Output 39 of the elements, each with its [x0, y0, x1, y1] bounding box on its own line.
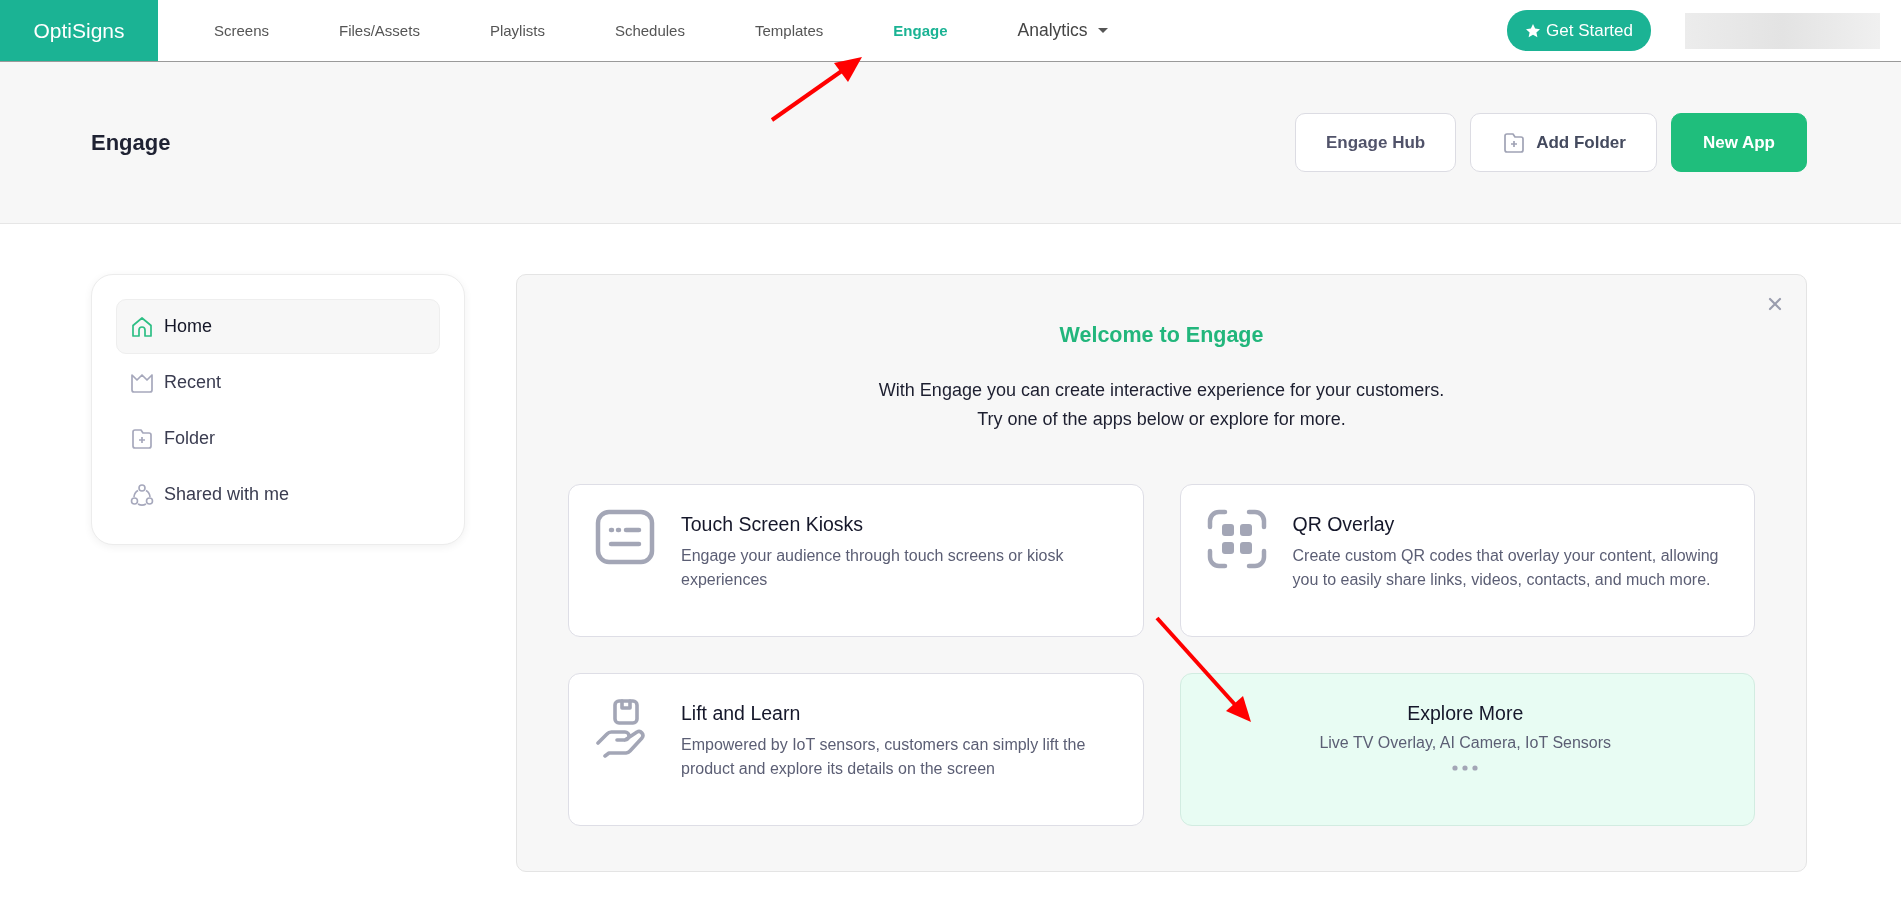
folder-plus-icon [130, 426, 154, 451]
nav-tab[interactable]: Screens [190, 14, 294, 47]
qr-code-icon [1206, 509, 1267, 569]
sidebar-item[interactable]: Folder [116, 411, 440, 466]
card-title: Explore More [1407, 702, 1524, 725]
star-icon [1525, 22, 1542, 39]
card-description: Live TV Overlay, AI Camera, IoT Sensors [1319, 733, 1612, 753]
welcome-text: With Engage you can create interactive experience for your customers. [877, 379, 1446, 402]
sidebar-item[interactable]: Home [116, 299, 440, 354]
add-folder-button[interactable]: Add Folder [1470, 113, 1657, 172]
screen-icon [595, 509, 655, 565]
card-title: Touch Screen Kiosks [681, 513, 865, 536]
nav-tab[interactable]: Analytics [993, 12, 1132, 49]
home-icon [130, 314, 154, 339]
card-title: QR Overlay [1292, 513, 1396, 536]
explore-more-card[interactable]: Explore More Live TV Overlay, AI Camera, IoT Sensors [1179, 673, 1755, 826]
card-description: Create custom QR codes that overlay your content, allowing you to easily share links, videos, contacts, and much more. [1292, 546, 1720, 590]
app-card[interactable]: Lift and Learn Empowered by IoT sensors, customers can simply lift the product and explore its details on the screen [568, 673, 1144, 826]
page-title: Engage [91, 129, 172, 156]
welcome-text: Try one of the apps below or explore for more. [976, 408, 1347, 431]
caret-icon [1097, 28, 1108, 33]
nav-tab[interactable]: Schedules [590, 14, 709, 47]
sidebar-item[interactable]: Recent [116, 355, 440, 410]
nav-tab[interactable]: Files/Assets [315, 14, 444, 47]
crown-icon [130, 371, 154, 394]
more-dots-icon [1452, 765, 1479, 771]
welcome-title: Welcome to Engage [1058, 323, 1265, 348]
sidebar-item[interactable]: Shared with me [116, 467, 440, 522]
card-description: Empowered by IoT sensors, customers can simply lift the product and explore its details on the screen [681, 735, 1087, 779]
card-title: Lift and Learn [681, 702, 802, 725]
people-circle-icon [130, 482, 154, 507]
app-card[interactable]: Touch Screen Kiosks Engage your audience through touch screens or kiosk experiences [568, 484, 1144, 637]
nav-tab[interactable]: Templates [730, 14, 848, 47]
card-description: Engage your audience through touch screens or kiosk experiences [681, 546, 1065, 590]
folder-plus-icon [1502, 130, 1527, 155]
nav-tab[interactable]: Playlists [465, 14, 569, 47]
engage-hub-button[interactable]: Engage Hub [1295, 113, 1457, 172]
app-card[interactable]: QR Overlay Create custom QR codes that overlay your content, allowing you to easily share links, videos, contacts, and much more. [1179, 484, 1755, 637]
close-icon [1768, 297, 1782, 311]
